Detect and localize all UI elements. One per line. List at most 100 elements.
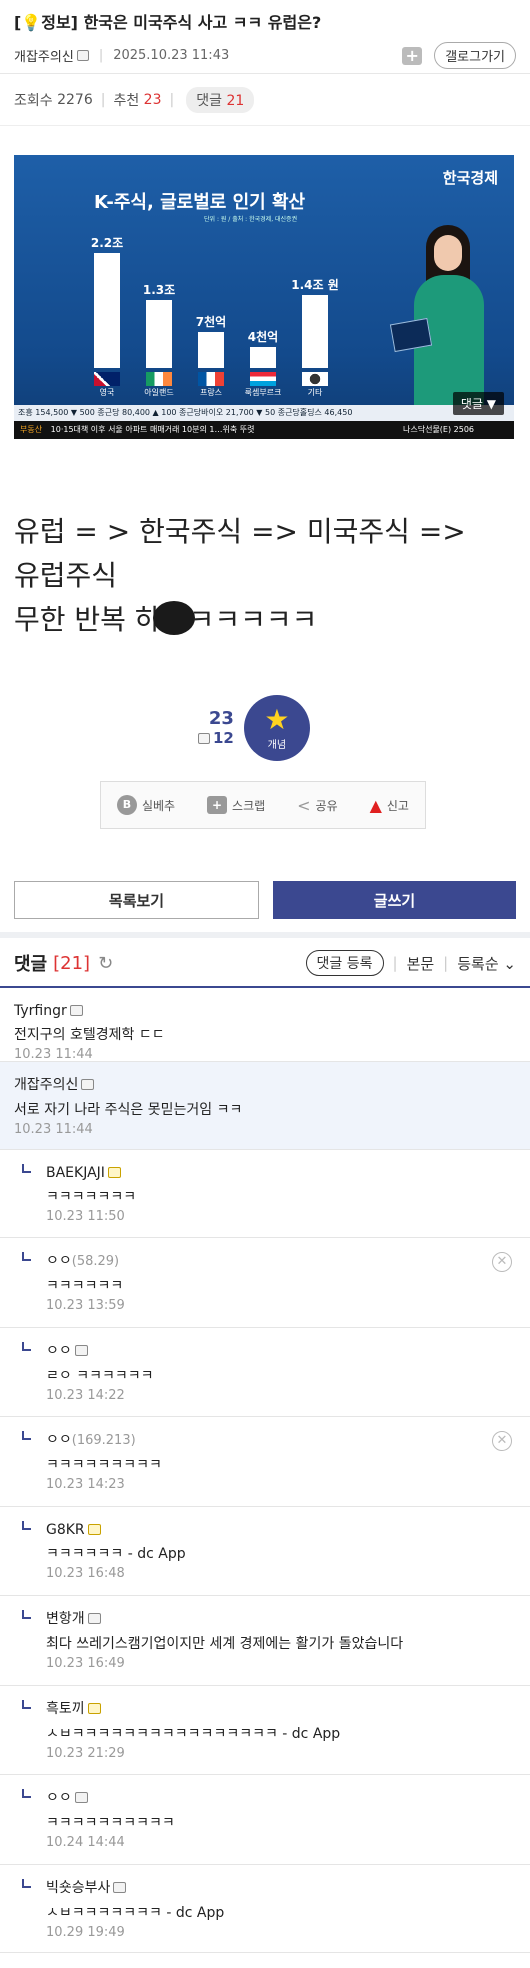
share-label: 공유 bbox=[315, 798, 338, 813]
reply-arrow-icon bbox=[22, 1789, 31, 1798]
header-actions: + 갤로그가기 bbox=[402, 42, 516, 69]
comment-item: 변항개 최다 쓰레기스캠기업이지만 세계 경제에는 활기가 돌았습니다 10.23 … bbox=[0, 1596, 530, 1686]
concept-vote-button[interactable]: ★ 개념 bbox=[243, 695, 310, 761]
flag-icon bbox=[146, 372, 172, 386]
divider: | bbox=[98, 48, 104, 63]
bar-value-label: 1.4조 원 bbox=[291, 278, 339, 292]
reply-arrow-icon bbox=[22, 1521, 31, 1530]
recommend-count: 23 bbox=[143, 91, 162, 108]
category-label: 기타 bbox=[307, 388, 323, 397]
news-ticker: 부동산 10·15대책 이후 서울 아파트 매매거래 10분의 1…위축 뚜렷 … bbox=[14, 421, 514, 439]
comment-item: G8KR ㅋㅋㅋㅋㅋㅋ - dc App 10.23 16:48 bbox=[0, 1507, 530, 1596]
bar-value-label: 2.2조 bbox=[90, 236, 124, 250]
comment-time: 10.23 14:22 bbox=[46, 1388, 125, 1403]
comment-text: ㅋㅋㅋㅋㅋㅋㅋㅋㅋㅋ bbox=[46, 1815, 175, 1831]
comment-header: 댓글 [21] ↻ 댓글 등록 | 본문 | 등록순 ⌄ bbox=[14, 946, 516, 980]
nick-badge-icon bbox=[107, 1167, 121, 1178]
nick-badge-icon bbox=[87, 1703, 101, 1714]
comment-count-pill[interactable]: 댓글 21 bbox=[186, 86, 255, 113]
post-meta: 개잡주의신 | 2025.10.23 11:43 + 갤로그가기 bbox=[14, 42, 516, 69]
comment-nickname[interactable]: ㅇㅇ bbox=[46, 1343, 72, 1359]
body-text-part: ㅋㅋㅋㅋㅋ bbox=[188, 603, 318, 636]
comment-nickname[interactable]: 빅숏승부사 bbox=[46, 1880, 110, 1896]
reply-arrow-icon bbox=[22, 1700, 31, 1709]
category-label: 영국 bbox=[99, 388, 115, 397]
views-count: 2276 bbox=[57, 91, 93, 108]
bar-value-label: 1.3조 bbox=[142, 283, 176, 297]
reply-arrow-icon bbox=[22, 1342, 31, 1351]
scrap-icon: + bbox=[207, 796, 228, 814]
reply-arrow-icon bbox=[22, 1431, 31, 1440]
report-button[interactable]: ▲ 신고 bbox=[370, 796, 409, 815]
nick-badge-icon bbox=[74, 1345, 88, 1356]
flag-icon bbox=[250, 372, 276, 386]
comment-text: ㄹㅇ ㅋㅋㅋㅋㅋㅋ bbox=[46, 1368, 154, 1384]
nick-badge-icon bbox=[81, 1079, 95, 1090]
body-link[interactable]: 본문 bbox=[407, 953, 435, 974]
share-button[interactable]: < 공유 bbox=[297, 796, 338, 815]
divider: | bbox=[392, 954, 398, 972]
bar bbox=[302, 295, 328, 368]
comment-time: 10.23 16:48 bbox=[46, 1566, 125, 1581]
news-video-frame[interactable]: 한국경제 K-주식, 글로벌로 인기 확산 단위 : 원 / 출처 : 한국경제… bbox=[14, 155, 514, 439]
comment-ip: (169.213) bbox=[71, 1433, 136, 1448]
comment-nickname[interactable]: 흑토끼 bbox=[46, 1701, 85, 1717]
flag-icon bbox=[302, 372, 328, 386]
category-label: 아일랜드 bbox=[144, 388, 174, 397]
recommend-label: 추천 bbox=[113, 92, 140, 109]
comment-ip: (58.29) bbox=[71, 1254, 120, 1269]
author-name[interactable]: 개잡주의신 bbox=[14, 46, 74, 65]
comment-item: 흑토끼 ㅅㅂㅋㅋㅋㅋㅋㅋㅋㅋㅋㅋㅋㅋㅋㅋㅋㅋ - dc App 10.23 21:2… bbox=[0, 1686, 530, 1775]
fixed-nick-icon bbox=[76, 50, 89, 61]
delete-icon[interactable]: ✕ bbox=[492, 1431, 512, 1451]
refresh-icon[interactable]: ↻ bbox=[98, 953, 113, 974]
post-stats: 조회수 2276 | 추천 23 | 댓글 21 bbox=[0, 74, 530, 126]
comment-nickname[interactable]: BAEKJAJI bbox=[46, 1165, 105, 1181]
bar-value-label: 7천억 bbox=[195, 315, 227, 329]
comment-nickname[interactable]: 변항개 bbox=[46, 1611, 85, 1627]
comment-time: 10.23 11:50 bbox=[46, 1209, 125, 1224]
share-icon: < bbox=[297, 795, 311, 815]
delete-icon[interactable]: ✕ bbox=[492, 1252, 512, 1272]
write-button[interactable]: 글쓰기 bbox=[273, 881, 516, 919]
fixed-upvote-count: 12 bbox=[195, 729, 234, 747]
comment-item: 개잡주의신서로 자기 나라 주식은 못믿는거임 ㅋㅋ 10.23 11:44 bbox=[0, 1062, 530, 1150]
views-label: 조회수 bbox=[14, 92, 53, 109]
comment-nickname[interactable]: ㅇㅇ bbox=[46, 1432, 72, 1448]
comment-time: 10.23 14:23 bbox=[46, 1477, 125, 1492]
reply-arrow-icon bbox=[22, 1610, 31, 1619]
list-button[interactable]: 목록보기 bbox=[14, 881, 259, 919]
comment-text: ㅅㅂㅋㅋㅋㅋㅋㅋㅋ - dc App bbox=[46, 1905, 225, 1921]
comment-text: ㅅㅂㅋㅋㅋㅋㅋㅋㅋㅋㅋㅋㅋㅋㅋㅋㅋㅋ - dc App bbox=[46, 1726, 341, 1742]
comment-controls: 댓글 등록 | 본문 | 등록순 ⌄ bbox=[305, 950, 516, 976]
body-text-part: 무한 반복 하 bbox=[14, 603, 161, 636]
scrap-button[interactable]: + 스크랩 bbox=[207, 796, 265, 814]
comment-nickname[interactable]: 개잡주의신 bbox=[14, 1077, 78, 1093]
comment-overlay-button[interactable]: 댓글 ▼ bbox=[452, 392, 504, 415]
comment-nickname[interactable]: ㅇㅇ bbox=[46, 1790, 72, 1806]
comment-register-button[interactable]: 댓글 등록 bbox=[305, 950, 384, 976]
comment-time: 10.23 11:44 bbox=[14, 1122, 93, 1137]
nick-badge-icon bbox=[87, 1613, 101, 1624]
divider: | bbox=[169, 91, 175, 108]
comment-text: ㅋㅋㅋㅋㅋㅋㅋㅋㅋ bbox=[46, 1457, 162, 1473]
comment-text: 서로 자기 나라 주식은 못믿는거임 ㅋㅋ bbox=[14, 1102, 243, 1118]
best-recommend-button[interactable]: B 실베추 bbox=[116, 795, 175, 815]
vote-area: 23 12 ★ 개념 bbox=[195, 695, 310, 761]
siren-icon: ▲ bbox=[369, 795, 382, 815]
comment-nickname[interactable]: G8KR bbox=[46, 1522, 85, 1538]
comment-text: 전지구의 호텔경제학 ㄷㄷ bbox=[14, 1027, 165, 1043]
body-line: 유럽주식 bbox=[14, 559, 118, 592]
post-date: 2025.10.23 11:43 bbox=[113, 48, 230, 63]
add-icon[interactable]: + bbox=[402, 46, 423, 65]
report-label: 신고 bbox=[386, 798, 409, 813]
gallog-button[interactable]: 갤로그가기 bbox=[434, 42, 516, 69]
comment-nickname[interactable]: ㅇㅇ bbox=[46, 1253, 72, 1269]
section-divider bbox=[0, 932, 530, 938]
post-title: [💡정보] 한국은 미국주식 사고 ㅋㅋ 유럽은? bbox=[14, 12, 516, 34]
comment-nickname[interactable]: Tyrfingr bbox=[14, 1003, 67, 1019]
comment-text: ㅋㅋㅋㅋㅋㅋㅋ bbox=[46, 1189, 137, 1205]
comment-section-title: 댓글 bbox=[14, 954, 48, 975]
sort-select[interactable]: 등록순 ⌄ bbox=[457, 953, 516, 974]
post-actions: 목록보기 글쓰기 bbox=[14, 881, 516, 919]
